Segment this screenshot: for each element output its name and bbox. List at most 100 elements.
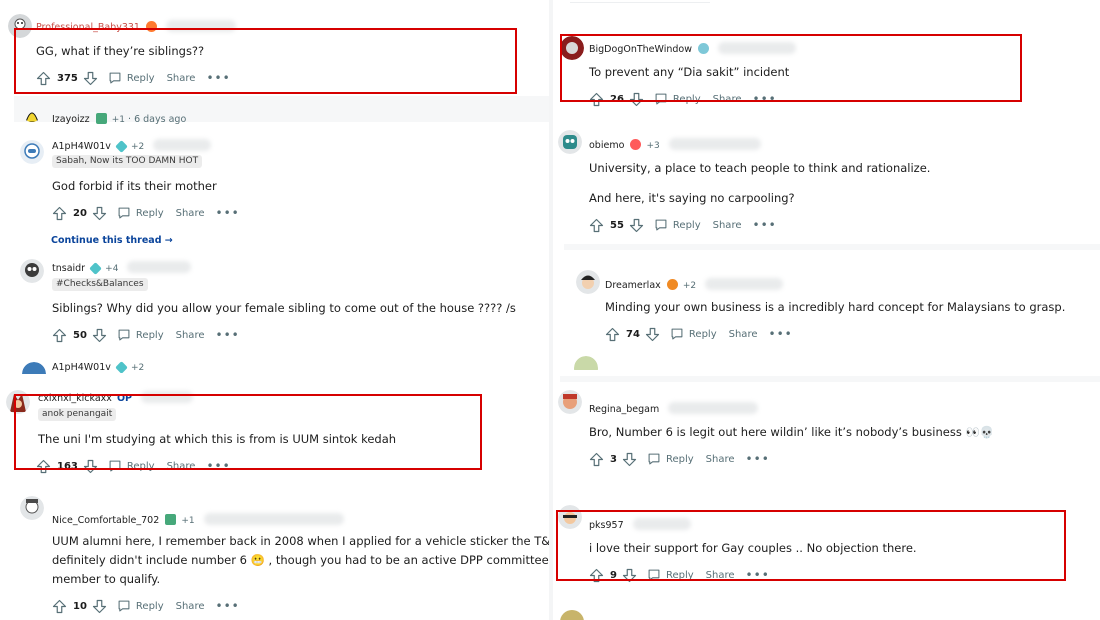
reply-icon (117, 206, 131, 220)
avatar[interactable] (20, 140, 44, 164)
achievement-badge-icon (115, 361, 128, 373)
share-button[interactable]: Share (706, 454, 735, 465)
comment-text-line: definitely didn't include number 6 😬 , t… (52, 553, 549, 567)
achievement-badge-icon (666, 279, 678, 290)
downvote-icon[interactable] (92, 599, 107, 614)
reply-icon (654, 218, 668, 232)
comment-text: University, a place to teach people to t… (589, 161, 931, 175)
comment-text: Bro, Number 6 is legit out here wildin’ … (589, 425, 995, 439)
reply-icon (647, 452, 661, 466)
upvote-icon[interactable] (605, 327, 620, 342)
avatar[interactable] (560, 610, 584, 620)
user-flair: #Checks&Balances (52, 278, 148, 291)
more-icon[interactable]: ••• (768, 327, 792, 341)
highlight-box (560, 34, 1022, 102)
comment-text: God forbid if its their mother (52, 179, 217, 193)
share-button[interactable]: Share (176, 208, 205, 219)
comment-actions: 3 Reply Share ••• (589, 450, 770, 468)
more-icon[interactable]: ••• (215, 599, 239, 613)
redacted-text (127, 261, 192, 273)
comment-meta: Dreamerlax +2 (605, 278, 784, 293)
achievement-badge-icon (630, 139, 642, 150)
redacted-text (153, 139, 212, 151)
more-icon[interactable]: ••• (215, 328, 239, 342)
username[interactable]: obiemo (589, 140, 624, 151)
vote-count: 10 (73, 600, 87, 612)
share-button[interactable]: Share (729, 329, 758, 340)
downvote-icon[interactable] (622, 452, 637, 467)
avatar[interactable] (558, 390, 582, 414)
share-button[interactable]: Share (713, 220, 742, 231)
reply-button[interactable]: Reply (670, 327, 717, 341)
vote-count: 55 (610, 219, 624, 231)
upvote-icon[interactable] (589, 452, 604, 467)
avatar[interactable] (576, 270, 600, 294)
upvote-icon[interactable] (589, 218, 604, 233)
thread-gap (564, 244, 1100, 250)
vote-count: 20 (73, 207, 87, 219)
upvote-icon[interactable] (52, 599, 67, 614)
comment-meta: Nice_Comfortable_702 +1 (52, 513, 344, 528)
highlight-box (556, 510, 1066, 581)
continue-thread-link[interactable]: Continue this thread → (51, 235, 173, 246)
comment-actions: 20 Reply Share ••• (52, 204, 240, 222)
vote-count: 74 (626, 328, 640, 340)
username[interactable]: A1pH4W01v (52, 141, 111, 152)
achievement-badge-icon (89, 262, 102, 275)
right-comment-column: BigDogOnTheWindow To prevent any “Dia sa… (552, 0, 1100, 620)
comment-meta: Izayoizz +1 · 6 days ago (52, 113, 187, 125)
comment-text: And here, it's saying no carpooling? (589, 191, 795, 205)
reply-icon (670, 327, 684, 341)
comment-meta: tnsaidr +4 (52, 261, 192, 276)
comment-text: Minding your own business is a incredibl… (605, 300, 1066, 314)
vote-count: 50 (73, 329, 87, 341)
left-comment-column: Professional_Baby331 GG, what if they’re… (0, 0, 552, 620)
reply-icon (117, 599, 131, 613)
comment-text-line: UUM alumni here, I remember back in 2008… (52, 534, 552, 548)
username[interactable]: Izayoizz (52, 114, 90, 125)
share-button[interactable]: Share (176, 601, 205, 612)
comment-meta: obiemo +3 (589, 138, 761, 153)
username[interactable]: Dreamerlax (605, 280, 661, 291)
share-button[interactable]: Share (176, 330, 205, 341)
highlight-box (14, 394, 482, 470)
avatar[interactable] (574, 356, 598, 370)
upvote-icon[interactable] (52, 206, 67, 221)
more-icon[interactable]: ••• (746, 452, 770, 466)
highlight-box (14, 28, 517, 94)
vote-count: 3 (610, 453, 617, 465)
downvote-icon[interactable] (629, 218, 644, 233)
avatar[interactable] (20, 496, 44, 520)
achievement-badge-icon (165, 514, 177, 525)
redacted-text (668, 402, 759, 414)
more-icon[interactable]: ••• (752, 218, 776, 232)
comment-actions: 50 Reply Share ••• (52, 326, 240, 344)
avatar[interactable] (558, 130, 582, 154)
reply-button[interactable]: Reply (117, 206, 164, 220)
downvote-icon[interactable] (92, 206, 107, 221)
reply-icon (117, 328, 131, 342)
username[interactable]: tnsaidr (52, 263, 85, 274)
username[interactable]: Regina_begam (589, 404, 659, 415)
comment-meta: Regina_begam (589, 402, 759, 417)
more-icon[interactable]: ••• (215, 206, 239, 220)
downvote-icon[interactable] (645, 327, 660, 342)
redacted-text (203, 513, 344, 525)
reply-button[interactable]: Reply (117, 328, 164, 342)
user-flair: Sabah, Now its TOO DAMN HOT (52, 155, 203, 168)
downvote-icon[interactable] (92, 328, 107, 343)
reply-button[interactable]: Reply (654, 218, 701, 232)
username[interactable]: Nice_Comfortable_702 (52, 515, 159, 526)
comment-text: Siblings? Why did you allow your female … (52, 301, 516, 315)
avatar[interactable] (22, 102, 42, 122)
redacted-text (668, 138, 761, 150)
avatar[interactable] (20, 259, 44, 283)
comment-text-line: member to qualify. (52, 572, 161, 586)
avatar[interactable] (22, 362, 46, 374)
upvote-icon[interactable] (52, 328, 67, 343)
comment-meta: A1pH4W01v +2 (52, 361, 145, 373)
divider (570, 2, 710, 3)
username[interactable]: A1pH4W01v (52, 362, 111, 373)
reply-button[interactable]: Reply (647, 452, 694, 466)
reply-button[interactable]: Reply (117, 599, 164, 613)
